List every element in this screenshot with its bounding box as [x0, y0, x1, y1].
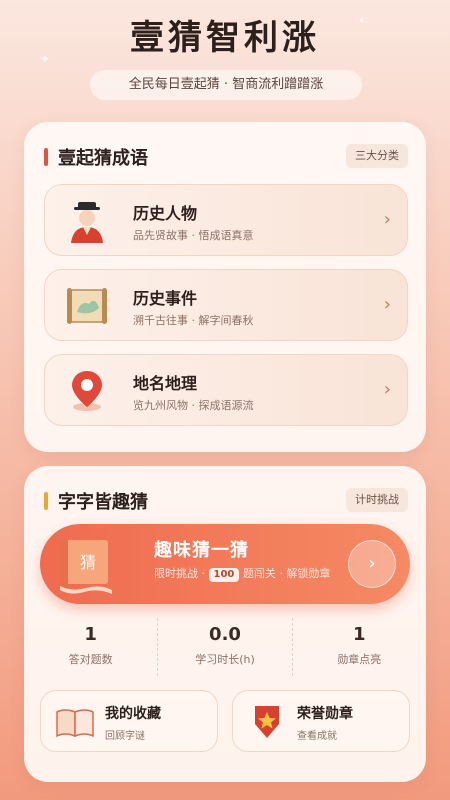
stat-label: 勋章点亮 [337, 653, 382, 666]
section-title: 字字皆趣猜 [58, 492, 148, 513]
category-name: 历史事件 [133, 289, 198, 308]
tile-name: 荣誉勋章 [297, 706, 353, 722]
my-favorites-tile[interactable]: 我的收藏 回顾字谜 [40, 690, 218, 752]
banner-title: 趣味猜一猜 [154, 540, 249, 561]
tile-desc: 查看成就 [297, 731, 337, 742]
stat-label: 答对题数 [68, 653, 113, 666]
honor-medals-tile[interactable]: 荣誉勋章 查看成就 [232, 690, 410, 752]
open-book-icon [56, 709, 94, 738]
category-desc: 溯千古往事 · 解字间春秋 [133, 314, 254, 327]
section-header: 壹起猜成语 [44, 144, 148, 170]
category-name: 历史人物 [133, 204, 198, 223]
timed-challenge-tag: 计时挑战 [346, 488, 408, 512]
stat-value: 1 [84, 624, 97, 645]
stat-value: 0.0 [209, 624, 241, 645]
chevron-right-icon: › [368, 553, 376, 574]
chevron-right-icon: › [383, 209, 391, 230]
stat-medals-lit: 1 勋章点亮 [293, 618, 426, 676]
section-marker [44, 492, 48, 510]
banner-desc-prefix: 限时挑战 · [154, 567, 209, 580]
section-marker [44, 148, 48, 166]
stats-row: 1 答对题数 0.0 学习时长(h) 1 勋章点亮 [24, 618, 426, 676]
app-title: 壹猜智利涨 [130, 18, 320, 58]
scroll-icon: 猜 [60, 538, 112, 594]
category-name: 地名地理 [133, 374, 198, 393]
fun-guess-banner[interactable]: 猜 趣味猜一猜 限时挑战 · 100 题闯关 · 解锁勋章 › [40, 524, 410, 604]
chevron-right-icon: › [383, 294, 391, 315]
section-header: 字字皆趣猜 [44, 488, 148, 514]
tile-name: 我的收藏 [105, 706, 161, 722]
banner-desc-suffix: 题闯关 · 解锁勋章 [239, 567, 331, 580]
category-desc: 品先贤故事 · 悟成语真意 [133, 229, 254, 242]
category-historical-events[interactable]: 历史事件 溯千古往事 · 解字间春秋 › [44, 269, 408, 341]
fun-guess-section-card: 字字皆趣猜 计时挑战 猜 趣味猜一猜 限时挑战 · 100 题闯关 · 解锁勋章… [24, 466, 426, 782]
banner-desc: 限时挑战 · 100 题闯关 · 解锁勋章 [154, 566, 332, 582]
stat-study-time: 0.0 学习时长(h) [158, 618, 293, 676]
question-count-badge: 100 [208, 568, 240, 582]
stat-value: 1 [353, 624, 366, 645]
idiom-section-card: 壹起猜成语 三大分类 历史人物 品先贤故事 · 悟成语真意 › 历史事件 溯千古… [24, 122, 426, 452]
scroll-char: 猜 [80, 553, 96, 572]
tile-desc: 回顾字谜 [105, 731, 145, 742]
category-historical-figures[interactable]: 历史人物 品先贤故事 · 悟成语真意 › [44, 184, 408, 256]
category-count-tag: 三大分类 [346, 144, 408, 168]
start-button[interactable]: › [348, 540, 396, 588]
section-title: 壹起猜成语 [58, 148, 148, 169]
category-place-geography[interactable]: 地名地理 览九州风物 · 探成语源流 › [44, 354, 408, 426]
category-desc: 览九州风物 · 探成语源流 [133, 399, 254, 412]
stat-label: 学习时长(h) [195, 653, 255, 666]
scholar-figure-icon [71, 202, 103, 243]
star-medal-icon [255, 706, 279, 738]
app-subtitle: 全民每日壹起猜 · 智商流利蹭蹭涨 [90, 70, 362, 100]
chevron-right-icon: › [383, 379, 391, 400]
stat-correct-answers: 1 答对题数 [24, 618, 159, 676]
location-pin-icon [72, 371, 102, 411]
ancient-scroll-map-icon [67, 288, 107, 324]
